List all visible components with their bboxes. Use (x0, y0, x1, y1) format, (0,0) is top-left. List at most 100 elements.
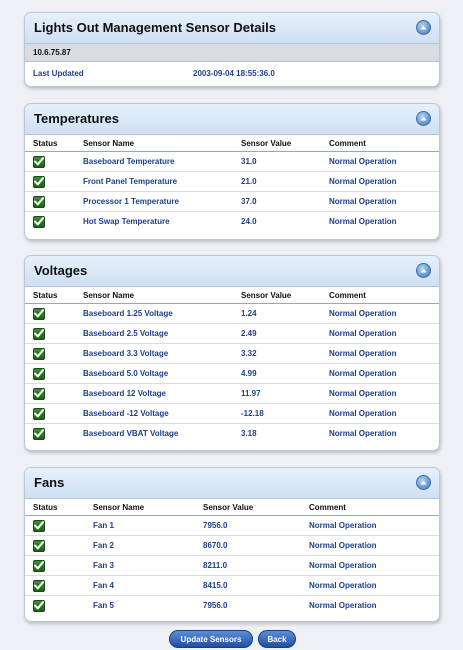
table-header-row: Status Sensor Name Sensor Value Comment (25, 287, 439, 304)
checkmark-icon (33, 427, 45, 440)
comment: Normal Operation (321, 171, 439, 192)
status-cell (25, 403, 75, 424)
status-column-header: Status (25, 287, 75, 304)
sensor-value: 8415.0 (195, 575, 301, 596)
status-cell (25, 363, 75, 384)
status-cell (25, 303, 75, 324)
status-column-header: Status (25, 499, 85, 516)
fans-title: Fans (34, 475, 65, 490)
sensor-name: Baseboard 3.3 Voltage (75, 343, 233, 364)
sensor-value: 4.99 (233, 363, 321, 384)
sensor-name-column-header: Sensor Name (75, 287, 233, 304)
sensor-name: Baseboard 1.25 Voltage (75, 303, 233, 324)
temperatures-title: Temperatures (34, 111, 120, 126)
table-row: Fan 3 8211.0 Normal Operation (25, 555, 439, 576)
sensor-name: Baseboard -12 Voltage (75, 403, 233, 424)
comment: Normal Operation (321, 323, 439, 344)
sensor-value: 8211.0 (195, 555, 301, 576)
collapse-up-icon[interactable] (416, 475, 431, 490)
comment: Normal Operation (321, 363, 439, 384)
collapse-up-icon[interactable] (416, 20, 431, 35)
sensor-value: 24.0 (241, 217, 257, 226)
checkmark-icon (33, 407, 45, 420)
checkmark-icon (33, 175, 45, 188)
sensor-value: -12.18 (233, 403, 321, 424)
sensor-name: Fan 5 (93, 601, 114, 610)
table-row: Fan 5 7956.0 Normal Operation (25, 596, 439, 616)
last-updated-row: Last Updated 2003-09-04 18:55:36.0 (25, 62, 439, 84)
status-cell (25, 596, 85, 616)
table-header-row: Status Sensor Name Sensor Value Comment (25, 499, 439, 516)
sensor-name: Baseboard 12 Voltage (75, 383, 233, 404)
comment: Normal Operation (321, 303, 439, 324)
voltages-panel: Voltages Status Sensor Name Sensor Value… (24, 255, 440, 451)
table-row: Baseboard 5.0 Voltage 4.99 Normal Operatio… (25, 363, 439, 384)
table-row: Baseboard 3.3 Voltage 3.32 Normal Operatio… (25, 343, 439, 364)
checkmark-icon (33, 195, 45, 208)
status-cell (25, 171, 75, 192)
status-cell (25, 515, 85, 536)
status-cell (25, 575, 85, 596)
comment: Normal Operation (321, 383, 439, 404)
fans-table: Status Sensor Name Sensor Value Comment … (25, 499, 439, 615)
table-row: Hot Swap Temperature 24.0 Normal Operation (25, 212, 439, 232)
comment: Normal Operation (321, 151, 439, 172)
comment: Normal Operation (301, 515, 439, 536)
back-button[interactable]: Back (258, 630, 296, 648)
temperatures-table: Status Sensor Name Sensor Value Comment … (25, 135, 439, 231)
comment-column-header: Comment (321, 287, 439, 304)
sensor-value: 21.0 (233, 171, 321, 192)
status-cell (25, 151, 75, 172)
sensor-value: 8670.0 (195, 535, 301, 556)
collapse-up-icon[interactable] (416, 263, 431, 278)
checkmark-icon (33, 599, 45, 612)
table-row: Fan 4 8415.0 Normal Operation (25, 575, 439, 596)
table-row: Baseboard VBAT Voltage 3.18 Normal Operati… (25, 424, 439, 444)
fans-panel-header: Fans (25, 468, 439, 499)
checkmark-icon (33, 215, 45, 228)
comment: Normal Operation (329, 429, 397, 438)
table-row: Baseboard 2.5 Voltage 2.49 Normal Operatio… (25, 323, 439, 344)
checkmark-icon (33, 155, 45, 168)
status-cell (25, 535, 85, 556)
checkmark-icon (33, 367, 45, 380)
sensor-value: 1.24 (233, 303, 321, 324)
comment: Normal Operation (329, 217, 397, 226)
sensor-value: 3.32 (233, 343, 321, 364)
sensor-name: Fan 2 (85, 535, 195, 556)
sensor-name: Baseboard 2.5 Voltage (75, 323, 233, 344)
update-sensors-button[interactable]: Update Sensors (169, 630, 253, 648)
sensor-value-column-header: Sensor Value (233, 287, 321, 304)
table-row: Fan 2 8670.0 Normal Operation (25, 535, 439, 556)
table-row: Processor 1 Temperature 37.0 Normal Operat… (25, 191, 439, 212)
sensor-name: Hot Swap Temperature (83, 217, 170, 226)
sensor-value: 11.97 (233, 383, 321, 404)
table-row: Baseboard Temperature 31.0 Normal Operatio… (25, 151, 439, 172)
checkmark-icon (33, 387, 45, 400)
checkmark-icon (33, 559, 45, 572)
sensor-name: Front Panel Temperature (75, 171, 233, 192)
details-panel-header: Lights Out Management Sensor Details (25, 13, 439, 44)
comment: Normal Operation (321, 191, 439, 212)
last-updated-value: 2003-09-04 18:55:36.0 (193, 69, 275, 78)
fans-panel: Fans Status Sensor Name Sensor Value Com… (24, 467, 440, 622)
collapse-up-icon[interactable] (416, 111, 431, 126)
last-updated-label: Last Updated (33, 69, 84, 78)
sensor-name: Fan 4 (85, 575, 195, 596)
sensor-value-column-header: Sensor Value (233, 135, 321, 152)
status-cell (25, 323, 75, 344)
sensor-name-column-header: Sensor Name (85, 499, 195, 516)
status-cell (25, 383, 75, 404)
checkmark-icon (33, 347, 45, 360)
sensor-value: 31.0 (233, 151, 321, 172)
sensor-name: Baseboard 5.0 Voltage (75, 363, 233, 384)
comment: Normal Operation (321, 343, 439, 364)
details-panel: Lights Out Management Sensor Details 10.… (24, 12, 440, 87)
table-header-row: Status Sensor Name Sensor Value Comment (25, 135, 439, 152)
table-row: Baseboard 1.25 Voltage 1.24 Normal Operati… (25, 303, 439, 324)
comment-column-header: Comment (321, 135, 439, 152)
status-cell (25, 424, 75, 444)
temperatures-panel: Temperatures Status Sensor Name Sensor V… (24, 103, 440, 240)
checkmark-icon (33, 327, 45, 340)
status-cell (25, 212, 75, 232)
